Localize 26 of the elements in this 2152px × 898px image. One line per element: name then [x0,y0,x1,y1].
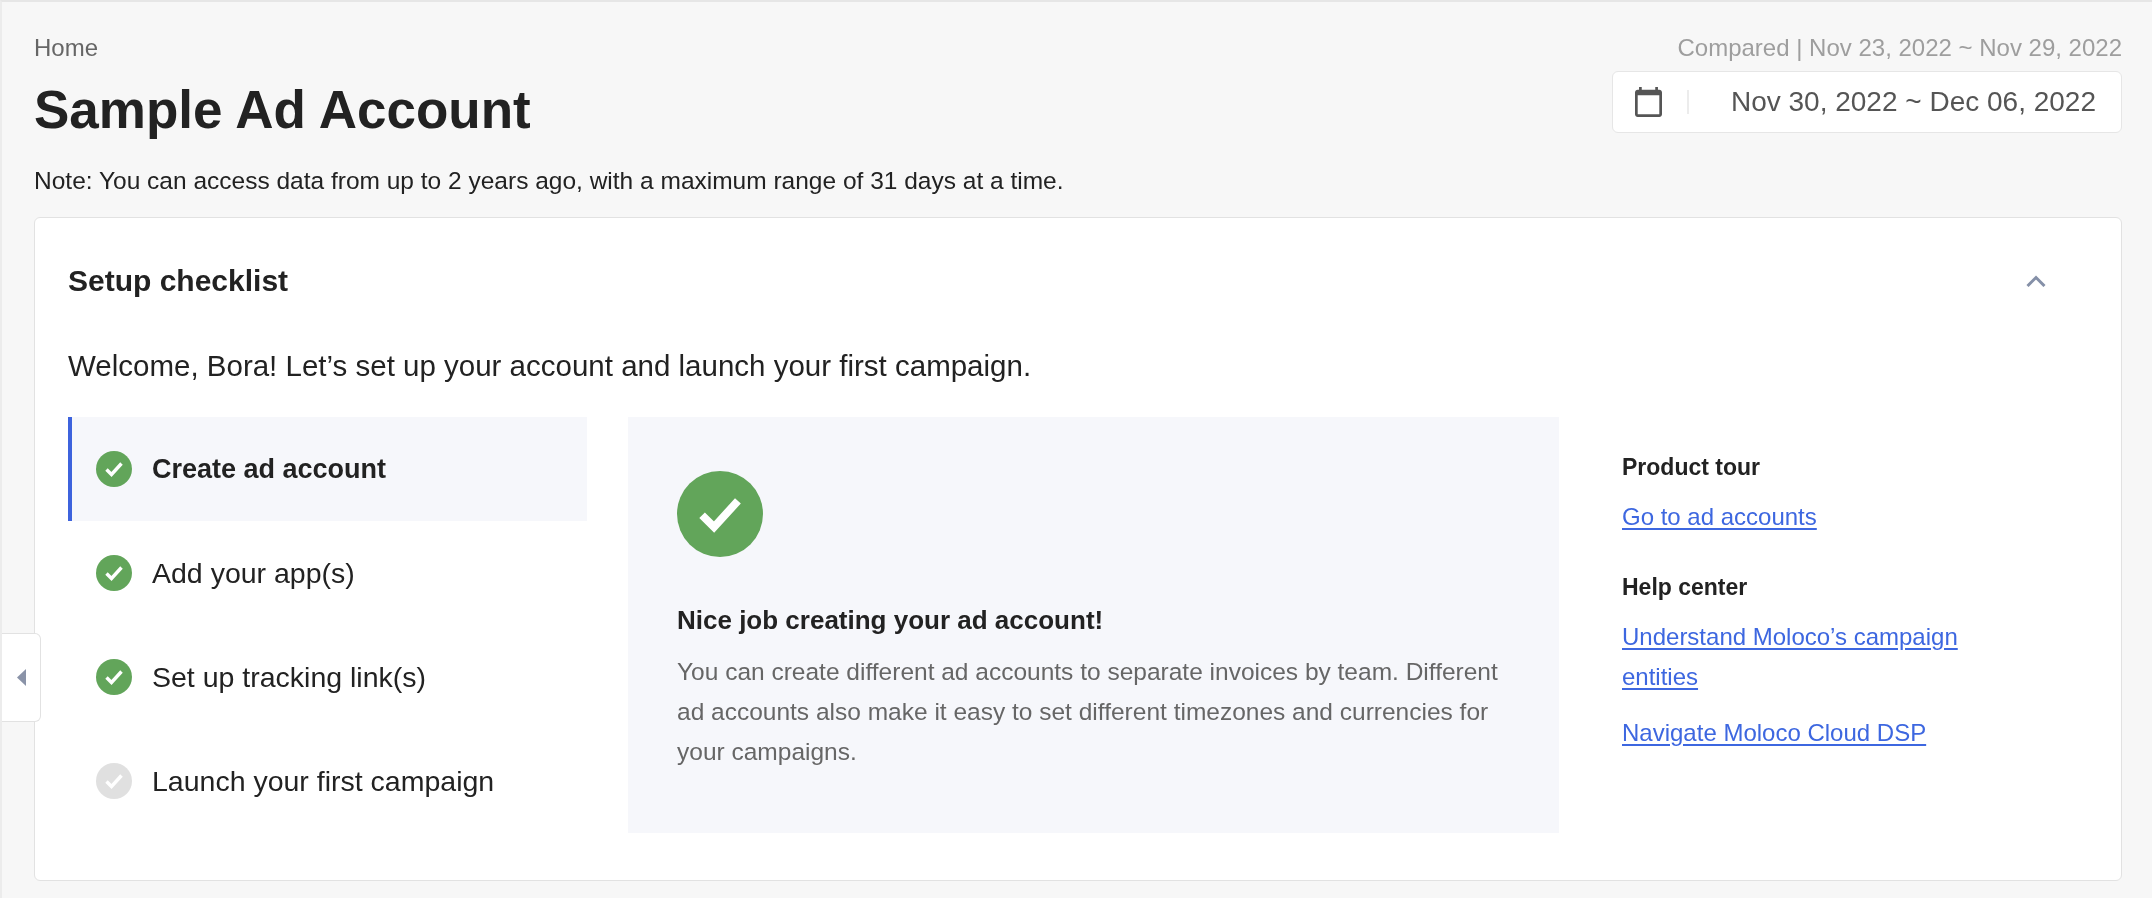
resource-link[interactable]: Understand Moloco’s campaign entities [1622,617,1970,697]
detail-heading: Nice job creating your ad account! [677,604,1105,637]
compared-date-range: Compared | Nov 23, 2022 ~ Nov 29, 2022 [1677,33,2122,63]
checklist-step[interactable]: Launch your first campaign [68,729,587,833]
checklist-step[interactable]: Add your app(s) [68,521,587,625]
resource-heading: Help center [1622,573,1748,602]
chevron-up-icon[interactable] [2026,275,2046,287]
resource-heading: Product tour [1622,453,1760,482]
calendar-icon [1634,87,1662,117]
page-title: Sample Ad Account [34,79,531,141]
welcome-message: Welcome, Bora! Let’s set up your account and launch your first campaign. [68,348,1033,384]
detail-description: You can create different ad accounts to separate invoices by team. Different ad accounts also make it easy to set different timezones and currencies for your campaigns. [677,657,1499,767]
caret-left-icon [16,669,26,686]
date-range-picker[interactable]: Nov 30, 2022 ~ Dec 06, 2022 [1611,71,2122,133]
resource-link[interactable]: Navigate Moloco Cloud DSP [1622,713,1927,753]
step-label: Set up tracking link(s) [152,660,427,695]
breadcrumb[interactable]: Home [34,32,99,64]
checklist-step[interactable]: Create ad account [68,417,587,521]
card-title: Setup checklist [68,263,289,299]
step-label: Create ad account [152,453,387,486]
step-label: Launch your first campaign [152,764,495,799]
panel-toggle-button[interactable] [2,633,41,722]
resource-link[interactable]: Go to ad accounts [1622,501,1817,533]
data-range-note: Note: You can access data from up to 2 years ago, with a maximum range of 31 days at a time. [34,166,1065,196]
checklist-step[interactable]: Set up tracking link(s) [68,625,587,729]
step-label: Add your app(s) [152,556,355,591]
